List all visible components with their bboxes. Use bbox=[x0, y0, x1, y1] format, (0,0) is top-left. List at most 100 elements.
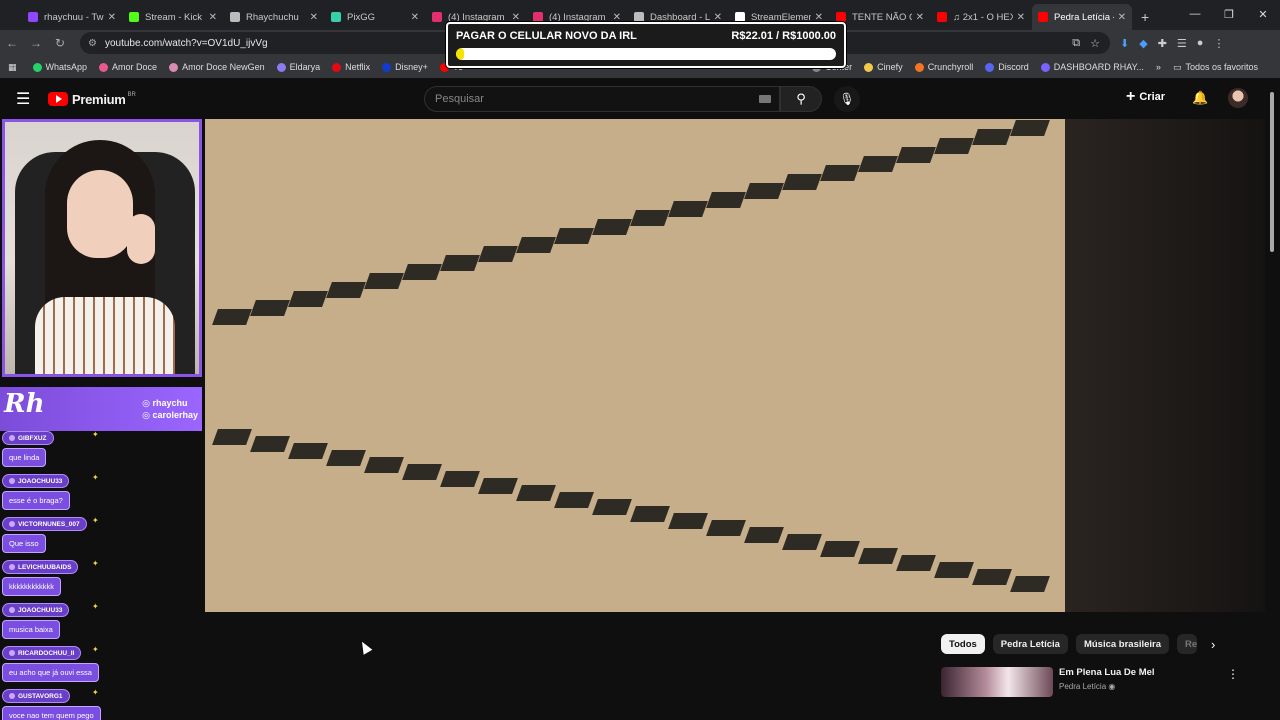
extensions-icon[interactable]: ✚ bbox=[1158, 37, 1167, 50]
bookmark-star-icon[interactable]: ☆ bbox=[1090, 37, 1100, 50]
tab-favicon-icon bbox=[1038, 12, 1048, 22]
chat-badge-icon bbox=[9, 521, 15, 527]
download-icon[interactable]: ⬇ bbox=[1120, 37, 1129, 50]
goal-progress-bar bbox=[456, 48, 836, 60]
sparkle-icon: ✦ bbox=[92, 688, 99, 697]
bookmark-item[interactable]: WhatsApp bbox=[32, 62, 87, 72]
chat-text: que linda bbox=[2, 448, 47, 467]
bookmark-label: Amor Doce bbox=[112, 62, 158, 72]
browser-tab[interactable]: Pedra Letícia - ✕ bbox=[1032, 4, 1132, 30]
page-scrollbar[interactable] bbox=[1270, 92, 1274, 252]
tab-close-icon[interactable]: ✕ bbox=[714, 12, 722, 23]
chat-badge-icon bbox=[9, 650, 15, 656]
browser-tab[interactable]: Stream - Kick C ✕ bbox=[123, 4, 223, 30]
bookmark-label: Discord bbox=[998, 62, 1029, 72]
tab-close-icon[interactable]: ✕ bbox=[1017, 12, 1025, 23]
mosaic-tile bbox=[592, 499, 632, 515]
hamburger-menu-icon[interactable]: ☰ bbox=[16, 89, 40, 109]
apps-grid-icon[interactable]: ▦ bbox=[8, 62, 17, 73]
all-favorites-folder[interactable]: ▭ Todos os favoritos bbox=[1173, 62, 1258, 73]
mosaic-tile bbox=[288, 443, 328, 459]
bookmark-item[interactable]: Amor Doce NewGen bbox=[169, 62, 265, 72]
filter-chip[interactable]: Pedra Letícia bbox=[992, 634, 1068, 654]
chat-message: GIBFXUZ que linda ✦ bbox=[2, 428, 99, 467]
voice-search-button[interactable]: 🎙 bbox=[834, 86, 860, 112]
mosaic-tile bbox=[744, 527, 784, 543]
sidebar-icon[interactable]: ☰ bbox=[1177, 37, 1187, 50]
forward-icon[interactable]: → bbox=[24, 36, 48, 50]
chat-text: musica baixa bbox=[2, 620, 60, 639]
bookmark-item[interactable]: Eldarya bbox=[276, 62, 320, 72]
recommended-video[interactable]: Em Plena Lua De Mel Pedra Letícia ◉ ⋮ bbox=[941, 667, 1261, 697]
bookmark-item[interactable]: Amor Doce bbox=[99, 62, 157, 72]
browser-tab[interactable]: ♫ 2x1 - O HEX ✕ bbox=[931, 4, 1031, 30]
notifications-bell-icon[interactable]: 🔔 bbox=[1192, 90, 1208, 106]
minimize-icon[interactable]: — bbox=[1178, 0, 1212, 28]
favorites-label: Todos os favoritos bbox=[1185, 62, 1258, 72]
chat-username: LEVICHUUBAIDS bbox=[2, 560, 79, 574]
tab-close-icon[interactable]: ✕ bbox=[209, 12, 217, 23]
bookmark-favicon-icon bbox=[276, 62, 286, 72]
mosaic-tile bbox=[630, 210, 670, 226]
mosaic-tile bbox=[972, 129, 1012, 145]
tab-close-icon[interactable]: ✕ bbox=[411, 12, 419, 23]
create-button[interactable]: + Criar bbox=[1126, 88, 1165, 106]
mic-icon: 🎙 bbox=[839, 92, 855, 106]
chat-username: VICTORNUNES_007 bbox=[2, 517, 87, 531]
tab-close-icon[interactable]: ✕ bbox=[916, 12, 924, 23]
maximize-icon[interactable]: ❐ bbox=[1212, 0, 1246, 28]
mosaic-tile bbox=[820, 541, 860, 557]
handle-secondary: ◎ carolerhay bbox=[142, 410, 198, 420]
filter-chip[interactable]: Re bbox=[1177, 634, 1198, 654]
tab-close-icon[interactable]: ✕ bbox=[613, 12, 621, 23]
filter-chip[interactable]: Todos bbox=[941, 634, 985, 654]
close-window-icon[interactable]: ✕ bbox=[1246, 0, 1280, 28]
keyboard-icon[interactable] bbox=[759, 95, 771, 103]
browser-tab[interactable]: Rhaychuchu ✕ bbox=[224, 4, 324, 30]
browser-tab[interactable]: PixGG ✕ bbox=[325, 4, 425, 30]
bookmark-item[interactable]: Disney+ bbox=[382, 62, 428, 72]
mosaic-tile bbox=[782, 174, 822, 190]
more-options-icon[interactable]: ⋮ bbox=[1227, 667, 1239, 697]
sparkle-icon: ✦ bbox=[92, 430, 99, 439]
recommended-channel[interactable]: Pedra Letícia ◉ bbox=[1059, 682, 1227, 691]
bookmark-item[interactable]: Cinefy bbox=[864, 62, 903, 72]
mosaic-tile bbox=[972, 569, 1012, 585]
reload-icon[interactable]: ↻ bbox=[48, 36, 72, 50]
tab-close-icon[interactable]: ✕ bbox=[108, 12, 116, 23]
new-tab-button[interactable]: + bbox=[1141, 4, 1149, 30]
search-input[interactable]: Pesquisar bbox=[424, 86, 780, 112]
tab-close-icon[interactable]: ✕ bbox=[815, 12, 823, 23]
search-button[interactable]: ⚲ bbox=[780, 86, 822, 112]
account-avatar[interactable] bbox=[1228, 88, 1248, 108]
tab-favicon-icon bbox=[937, 12, 947, 22]
extension-shield-icon[interactable]: ◆ bbox=[1139, 37, 1147, 50]
more-bookmarks-chevron-icon[interactable]: » bbox=[1156, 62, 1161, 72]
tab-close-icon[interactable]: ✕ bbox=[310, 12, 318, 23]
chevron-right-icon[interactable]: › bbox=[1211, 637, 1215, 652]
install-app-icon[interactable]: ⧉ bbox=[1072, 37, 1080, 50]
browser-tab[interactable]: rhaychuu - Twi ✕ bbox=[22, 4, 122, 30]
browser-menu-icon[interactable]: ⋮ bbox=[1213, 37, 1224, 50]
mosaic-tile bbox=[934, 562, 974, 578]
tab-favicon-icon bbox=[836, 12, 846, 22]
bookmark-favicon-icon bbox=[99, 62, 109, 72]
tab-close-icon[interactable]: ✕ bbox=[512, 12, 520, 23]
bookmark-item[interactable]: Netflix bbox=[332, 62, 370, 72]
tab-close-icon[interactable]: ✕ bbox=[1118, 12, 1126, 23]
youtube-logo[interactable]: Premium BR bbox=[48, 92, 136, 107]
bookmark-item[interactable]: DASHBOARD RHAY... bbox=[1040, 62, 1144, 72]
video-player[interactable] bbox=[205, 119, 1065, 612]
back-icon[interactable]: ← bbox=[0, 36, 24, 50]
bookmark-item[interactable]: Crunchyroll bbox=[914, 62, 973, 72]
profile-icon[interactable]: ● bbox=[1197, 37, 1204, 50]
video-thumbnail[interactable] bbox=[941, 667, 1053, 697]
recommended-title[interactable]: Em Plena Lua De Mel bbox=[1059, 667, 1227, 678]
site-info-icon[interactable]: ⚙ bbox=[88, 38, 97, 49]
filter-chip[interactable]: Música brasileira bbox=[1075, 634, 1170, 654]
goal-title: PAGAR O CELULAR NOVO DA IRL bbox=[456, 30, 637, 42]
sparkle-icon: ✦ bbox=[92, 602, 99, 611]
bookmark-item[interactable]: Discord bbox=[985, 62, 1029, 72]
bookmark-label: Amor Doce NewGen bbox=[182, 62, 265, 72]
chat-message: JOAOCHUU33 esse é o braga? ✦ bbox=[2, 471, 99, 510]
